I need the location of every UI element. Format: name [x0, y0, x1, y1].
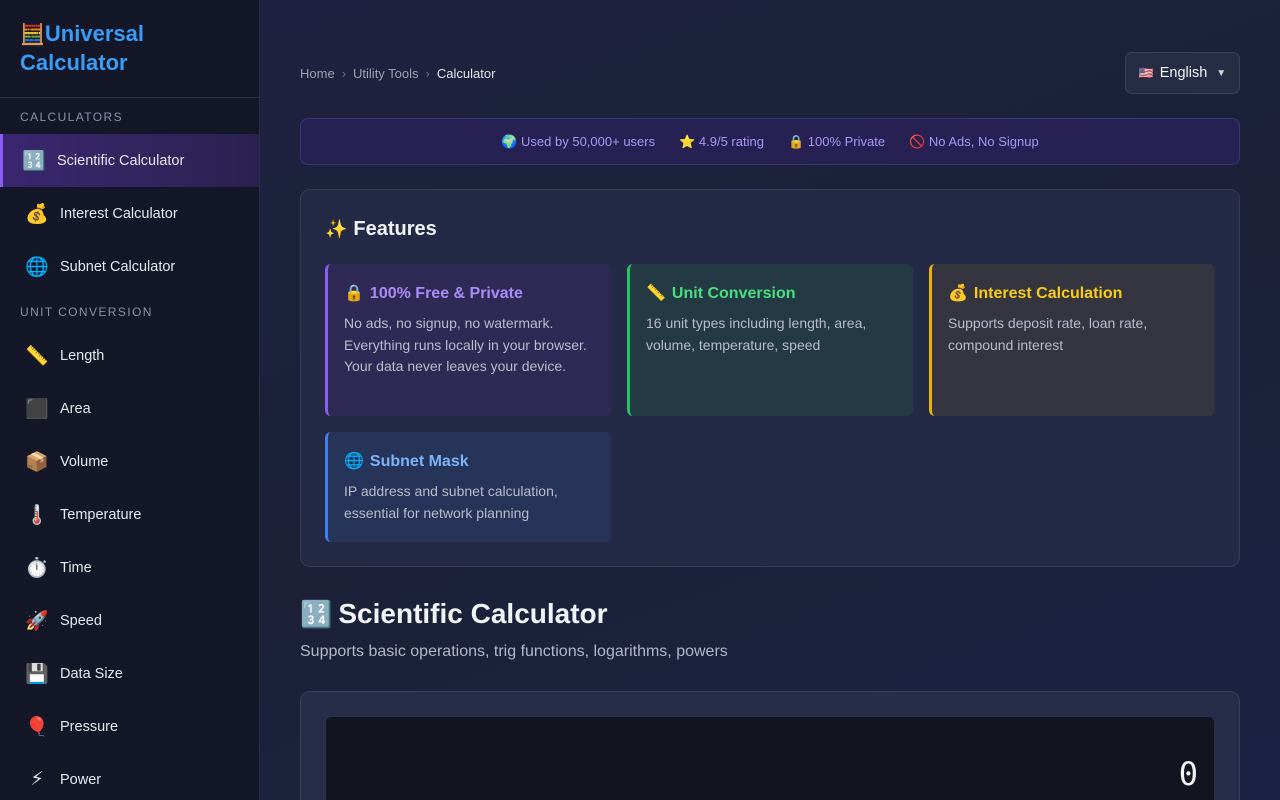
feature-card-title: 💰 Interest Calculation — [948, 283, 1199, 303]
section-label-unit-conversion: UNIT CONVERSION — [20, 305, 153, 319]
feature-card-desc: IP address and subnet calculation, essen… — [344, 483, 558, 521]
sidebar-item-label: Pressure — [60, 718, 119, 735]
numbers-icon: 🔢 — [22, 150, 46, 172]
page-subtitle: Supports basic operations, trig function… — [300, 643, 728, 660]
square-icon: ⬛ — [25, 398, 49, 420]
brand-line-1: Universal — [44, 21, 144, 46]
globe-icon: 🌐 — [344, 453, 364, 470]
breadcrumb-home[interactable]: Home — [300, 66, 335, 81]
section-label-calculators: CALCULATORS — [20, 110, 123, 124]
calculator-panel: 0 — [300, 691, 1240, 800]
sidebar-item-label: Temperature — [60, 506, 142, 523]
sidebar-item-label: Subnet Calculator — [60, 258, 176, 275]
language-selector[interactable]: 🇺🇸 English ▼ — [1125, 52, 1240, 94]
main-content: Home › Utility Tools › Calculator 🇺🇸 Eng… — [260, 0, 1280, 800]
language-label: English — [1159, 65, 1208, 81]
stopwatch-icon: ⏱️ — [25, 557, 49, 579]
sidebar-item-label: Speed — [60, 612, 102, 629]
sidebar-item-scientific-calculator[interactable]: 🔢 Scientific Calculator — [0, 134, 259, 187]
sidebar-item-speed[interactable]: 🚀 Speed — [0, 594, 259, 647]
feature-card-title-text: Subnet Mask — [369, 453, 469, 470]
thermometer-icon: 🌡️ — [25, 504, 49, 526]
calculator-display-value: 0 — [1178, 755, 1198, 793]
feature-card-free-private: 🔒 100% Free & Private No ads, no signup, … — [325, 264, 611, 416]
brand-line-2: Calculator — [20, 50, 128, 75]
feature-card-title-text: 100% Free & Private — [369, 285, 523, 302]
feature-card-unit-conversion: 📏 Unit Conversion 16 unit types including… — [627, 264, 913, 416]
feature-card-desc: Supports deposit rate, loan rate, compou… — [948, 315, 1148, 353]
sidebar: 🧮Universal Calculator CALCULATORS 🔢 Scie… — [0, 0, 260, 800]
page-title-text: Scientific Calculator — [338, 598, 608, 629]
features-title-text: Features — [353, 218, 437, 240]
caret-down-icon: ▼ — [1216, 67, 1227, 79]
floppy-disk-icon: 💾 — [25, 663, 49, 685]
brand[interactable]: 🧮Universal Calculator — [0, 0, 259, 98]
rocket-icon: 🚀 — [25, 610, 49, 632]
sidebar-item-interest-calculator[interactable]: 💰 Interest Calculator — [0, 187, 259, 240]
feature-card-desc: No ads, no signup, no watermark. Everyth… — [344, 315, 587, 374]
breadcrumb-separator: › — [341, 65, 347, 81]
lock-icon: 🔒 — [344, 285, 364, 302]
sidebar-item-label: Volume — [60, 453, 109, 470]
breadcrumb-separator: › — [425, 65, 430, 81]
sidebar-item-label: Scientific Calculator — [57, 152, 185, 169]
sidebar-item-label: Length — [60, 347, 105, 364]
sidebar-item-power[interactable]: ⚡ Power — [0, 753, 259, 800]
stat-no-ads: 🚫 No Ads, No Signup — [909, 133, 1039, 149]
numbers-icon: 🔢 — [300, 599, 333, 629]
ruler-icon: 📏 — [646, 285, 666, 302]
sidebar-item-volume[interactable]: 📦 Volume — [0, 435, 259, 488]
feature-card-title-text: Unit Conversion — [671, 285, 796, 302]
sidebar-item-temperature[interactable]: 🌡️ Temperature — [0, 488, 259, 541]
ruler-icon: 📏 — [25, 345, 49, 367]
feature-card-title-text: Interest Calculation — [973, 285, 1123, 302]
sidebar-item-label: Area — [60, 400, 91, 417]
sidebar-item-area[interactable]: ⬛ Area — [0, 382, 259, 435]
sidebar-item-label: Power — [60, 771, 102, 788]
feature-card-title: 🌐 Subnet Mask — [344, 451, 595, 471]
lightning-icon: ⚡ — [30, 769, 44, 790]
stat-users: 🌍 Used by 50,000+ users — [501, 133, 656, 149]
sidebar-item-label: Interest Calculator — [60, 205, 178, 222]
money-bag-icon: 💰 — [948, 285, 968, 302]
stat-rating: ⭐ 4.9/5 rating — [679, 133, 764, 149]
sidebar-item-label: Data Size — [60, 665, 123, 682]
money-bag-icon: 💰 — [25, 203, 49, 225]
feature-card-title: 📏 Unit Conversion — [646, 283, 897, 303]
sidebar-item-pressure[interactable]: 🎈 Pressure — [0, 700, 259, 753]
breadcrumb-current: Calculator — [436, 65, 496, 81]
feature-card-title: 🔒 100% Free & Private — [344, 283, 595, 303]
calculator-display: 0 — [325, 716, 1215, 800]
breadcrumb: Home › Utility Tools › Calculator — [300, 66, 495, 81]
feature-card-desc: 16 unit types including length, area, vo… — [646, 315, 867, 353]
abacus-icon: 🧮 — [20, 24, 45, 46]
feature-card-subnet-mask: 🌐 Subnet Mask IP address and subnet calcu… — [325, 432, 611, 542]
features-title: ✨ Features — [325, 218, 437, 241]
breadcrumb-utility-tools[interactable]: Utility Tools — [353, 66, 419, 81]
package-icon: 📦 — [25, 451, 49, 473]
globe-icon: 🌐 — [25, 256, 49, 278]
sidebar-item-label: Time — [60, 559, 92, 576]
sidebar-item-time[interactable]: ⏱️ Time — [0, 541, 259, 594]
brand-title: 🧮Universal Calculator — [20, 20, 239, 77]
sidebar-item-length[interactable]: 📏 Length — [0, 329, 259, 382]
sparkles-icon: ✨ — [325, 219, 348, 239]
feature-card-interest-calculation: 💰 Interest Calculation Supports deposit r… — [929, 264, 1215, 416]
stat-private: 🔒 100% Private — [787, 133, 886, 149]
sidebar-item-subnet-calculator[interactable]: 🌐 Subnet Calculator — [0, 240, 259, 293]
us-flag-icon: 🇺🇸 — [1138, 66, 1154, 80]
page-title: 🔢 Scientific Calculator — [300, 598, 608, 630]
stats-banner: 🌍 Used by 50,000+ users ⭐ 4.9/5 rating 🔒… — [300, 118, 1240, 165]
features-panel: ✨ Features 🔒 100% Free & Private No ads, n… — [300, 189, 1240, 567]
sidebar-item-data-size[interactable]: 💾 Data Size — [0, 647, 259, 700]
topbar: Home › Utility Tools › Calculator 🇺🇸 Eng… — [300, 52, 1240, 94]
balloon-icon: 🎈 — [25, 716, 49, 738]
